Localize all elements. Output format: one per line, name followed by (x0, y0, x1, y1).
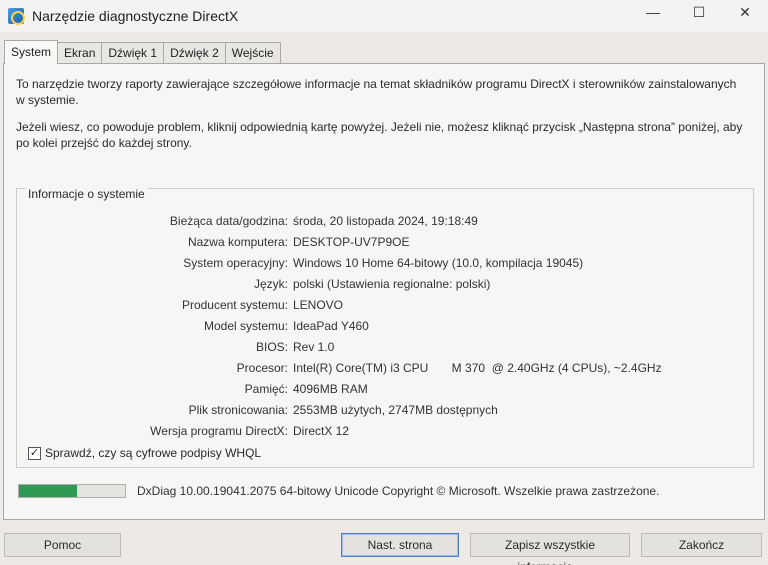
info-label: BIOS: (255, 340, 288, 354)
whql-check-option[interactable]: ✓ Sprawdź, czy są cyfrowe podpisy WHQL (28, 446, 261, 460)
next-page-button[interactable]: Nast. strona (341, 533, 459, 557)
info-label: Bieżąca data/godzina: (169, 214, 288, 228)
info-row-os: System operacyjny: Windows 10 Home 64-bi… (17, 256, 755, 276)
info-value: Windows 10 Home 64-bitowy (10.0, kompila… (293, 256, 584, 270)
window-title: Narzędzie diagnostyczne DirectX (32, 8, 239, 24)
tab-strip: System Ekran Dźwięk 1 Dźwięk 2 Wejście (4, 40, 281, 64)
info-label: Wersja programu DirectX: (150, 424, 288, 438)
info-label: Pamięć: (244, 382, 288, 396)
info-label: Język: (253, 277, 288, 291)
info-value: 2553MB użytych, 2747MB dostępnych (293, 403, 498, 417)
copyright-text: DxDiag 10.00.19041.2075 64-bitowy Unicod… (137, 484, 660, 498)
info-row-processor: Procesor: Intel(R) Core(TM) i3 CPU M 370… (17, 361, 755, 381)
info-row-manufacturer: Producent systemu: LENOVO (17, 298, 755, 318)
system-info-group: Informacje o systemie Bieżąca data/godzi… (16, 187, 755, 468)
exit-button[interactable]: Zakończ (641, 533, 762, 557)
info-label: Procesor: (236, 361, 288, 375)
info-label: Producent systemu: (181, 298, 288, 312)
intro-paragraph-2: Jeżeli wiesz, co powoduje problem, klikn… (16, 120, 743, 150)
tab-display[interactable]: Ekran (57, 42, 103, 64)
progress-bar (18, 484, 126, 498)
help-button[interactable]: Pomoc (4, 533, 121, 557)
info-label: Model systemu: (203, 319, 288, 333)
whql-checkbox-label: Sprawdź, czy są cyfrowe podpisy WHQL (45, 446, 262, 460)
info-label: System operacyjny: (183, 256, 288, 270)
progress-fill (19, 485, 78, 497)
info-row-model: Model systemu: IdeaPad Y460 (17, 319, 755, 339)
info-row-directx-version: Wersja programu DirectX: DirectX 12 (17, 424, 755, 444)
info-value: Intel(R) Core(TM) i3 CPU M 370 @ 2.40GHz… (293, 361, 662, 375)
info-row-datetime: Bieżąca data/godzina: środa, 20 listopad… (17, 214, 755, 234)
info-value: Rev 1.0 (293, 340, 335, 354)
tab-system[interactable]: System (4, 40, 59, 64)
info-row-language: Język: polski (Ustawienia regionalne: po… (17, 277, 755, 297)
system-info-title: Informacje o systemie (25, 187, 148, 201)
info-value: 4096MB RAM (293, 382, 368, 396)
title-bar: Narzędzie diagnostyczne DirectX — ☐ ✕ (0, 0, 768, 32)
tab-sound-2[interactable]: Dźwięk 2 (163, 42, 226, 64)
close-button[interactable]: ✕ (722, 0, 768, 24)
info-value: IdeaPad Y460 (293, 319, 369, 333)
tab-sound-1[interactable]: Dźwięk 1 (101, 42, 165, 64)
intro-paragraph-1: To narzędzie tworzy raporty zawierające … (16, 77, 737, 107)
window-controls: — ☐ ✕ (630, 0, 768, 24)
save-all-info-button[interactable]: Zapisz wszystkie informacje... (470, 533, 630, 565)
whql-checkbox[interactable]: ✓ (28, 446, 41, 460)
info-value: środa, 20 listopada 2024, 19:18:49 (293, 214, 478, 228)
info-row-page-file: Plik stronicowania: 2553MB użytych, 2747… (17, 403, 755, 423)
info-value: DirectX 12 (293, 424, 350, 438)
minimize-button[interactable]: — (630, 0, 676, 24)
directx-app-icon (8, 8, 25, 25)
maximize-button[interactable]: ☐ (676, 0, 722, 24)
info-label: Nazwa komputera: (187, 235, 288, 249)
tab-input[interactable]: Wejście (224, 42, 281, 64)
info-row-computer-name: Nazwa komputera: DESKTOP-UV7P9OE (17, 235, 755, 255)
info-value: DESKTOP-UV7P9OE (293, 235, 410, 249)
info-value: LENOVO (293, 298, 344, 312)
info-row-bios: BIOS: Rev 1.0 (17, 340, 755, 360)
info-row-memory: Pamięć: 4096MB RAM (17, 382, 755, 402)
info-value: polski (Ustawienia regionalne: polski) (293, 277, 491, 291)
info-label: Plik stronicowania: (188, 403, 288, 417)
